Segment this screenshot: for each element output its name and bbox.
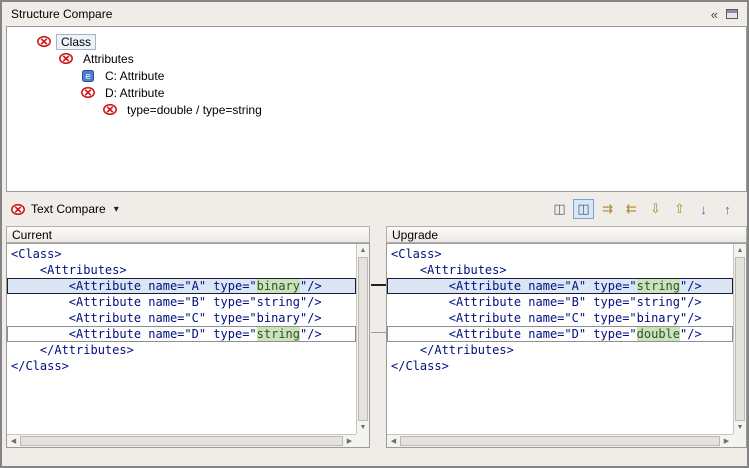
code-line[interactable]: </Class> <box>387 358 733 374</box>
right-vertical-scrollbar[interactable]: ▲ ▼ <box>733 244 746 434</box>
tree-item-label: D: Attribute <box>100 85 169 101</box>
tree-item-label: Attributes <box>78 51 139 67</box>
right-code[interactable]: <Class> <Attributes> <Attribute name="A"… <box>387 244 733 434</box>
right-horizontal-scrollbar[interactable]: ◀ ▶ <box>387 434 733 447</box>
diff-gutter <box>371 243 386 448</box>
minimize-icon[interactable]: « <box>711 8 718 21</box>
scroll-up-icon[interactable]: ▲ <box>734 244 746 257</box>
code-line[interactable]: <Attribute name="A" type="string"/> <box>387 278 733 294</box>
change-icon <box>79 87 97 98</box>
scroll-right-icon[interactable]: ▶ <box>720 435 733 447</box>
code-line[interactable]: <Attribute name="D" type="double"/> <box>387 326 733 342</box>
tree-item[interactable]: e C: Attribute <box>7 67 746 84</box>
next-change-icon[interactable]: ↓ <box>693 199 714 219</box>
structure-compare-title: Structure Compare <box>11 7 112 21</box>
tree-item[interactable]: Attributes <box>7 50 746 67</box>
previous-change-icon[interactable]: ↑ <box>717 199 738 219</box>
changed-token: string <box>637 279 680 293</box>
change-icon <box>101 104 119 115</box>
copy-right-to-left-icon[interactable]: ⇇ <box>621 199 642 219</box>
scroll-thumb[interactable] <box>358 257 368 421</box>
changed-token: double <box>637 327 680 341</box>
tree-item-label: Class <box>56 34 96 50</box>
tree-item[interactable]: Class <box>7 33 746 50</box>
code-line[interactable]: <Attribute name="A" type="binary"/> <box>7 278 356 294</box>
code-line[interactable]: <Attributes> <box>387 262 733 278</box>
left-vertical-scrollbar[interactable]: ▲ ▼ <box>356 244 369 434</box>
text-compare-header: Text Compare ▾ ◫◫⇉⇇⇩⇧↓↑ <box>4 192 745 226</box>
scroll-up-icon[interactable]: ▲ <box>357 244 369 257</box>
code-line[interactable]: <Attribute name="D" type="string"/> <box>7 326 356 342</box>
changed-token: binary <box>257 279 300 293</box>
tree-item[interactable]: D: Attribute <box>7 84 746 101</box>
code-line[interactable]: </Class> <box>7 358 356 374</box>
structure-tree: ClassAttributes e C: AttributeD: Attribute… <box>6 26 747 192</box>
next-difference-icon[interactable]: ⇩ <box>645 199 666 219</box>
structure-header-icons: « <box>711 8 738 21</box>
chevron-down-icon[interactable]: ▾ <box>114 204 119 215</box>
text-compare-toolbar: ◫◫⇉⇇⇩⇧↓↑ <box>549 199 738 219</box>
scroll-down-icon[interactable]: ▼ <box>357 421 369 434</box>
ancestor-pane-icon[interactable]: ◫ <box>549 199 570 219</box>
scroll-thumb[interactable] <box>20 436 343 446</box>
scroll-left-icon[interactable]: ◀ <box>387 435 400 447</box>
code-line[interactable]: <Attribute name="B" type="string"/> <box>7 294 356 310</box>
change-icon <box>57 53 75 64</box>
sync-scrolling-icon[interactable]: ◫ <box>573 199 594 219</box>
tree-item-label: type=double / type=string <box>122 102 267 118</box>
scroll-right-icon[interactable]: ▶ <box>343 435 356 447</box>
tree-item-label: C: Attribute <box>100 68 169 84</box>
change-icon <box>35 36 53 47</box>
column-header-current: Current <box>6 226 370 243</box>
code-line[interactable]: <Attribute name="B" type="string"/> <box>387 294 733 310</box>
scrollbar-corner <box>356 434 369 447</box>
right-pane: <Class> <Attributes> <Attribute name="A"… <box>386 243 747 448</box>
code-line[interactable]: <Attribute name="C" type="binary"/> <box>387 310 733 326</box>
left-horizontal-scrollbar[interactable]: ◀ ▶ <box>7 434 356 447</box>
left-pane: <Class> <Attributes> <Attribute name="A"… <box>6 243 370 448</box>
tree-item[interactable]: type=double / type=string <box>7 101 746 118</box>
code-line[interactable]: </Attributes> <box>7 342 356 358</box>
svg-text:e: e <box>85 72 91 82</box>
column-header-upgrade: Upgrade <box>386 226 747 243</box>
scroll-thumb[interactable] <box>735 257 745 421</box>
code-line[interactable]: </Attributes> <box>387 342 733 358</box>
diff-connector-selected <box>371 284 386 286</box>
scroll-down-icon[interactable]: ▼ <box>734 421 746 434</box>
previous-difference-icon[interactable]: ⇧ <box>669 199 690 219</box>
scroll-left-icon[interactable]: ◀ <box>7 435 20 447</box>
code-line[interactable]: <Class> <box>387 246 733 262</box>
code-line[interactable]: <Class> <box>7 246 356 262</box>
maximize-icon[interactable] <box>726 9 738 19</box>
scrollbar-corner <box>733 434 746 447</box>
left-code[interactable]: <Class> <Attributes> <Attribute name="A"… <box>7 244 356 434</box>
diff-connector <box>371 332 386 333</box>
structure-compare-header: Structure Compare « <box>4 4 745 24</box>
code-line[interactable]: <Attribute name="C" type="binary"/> <box>7 310 356 326</box>
text-compare-title: Text Compare <box>31 202 106 216</box>
changed-token: string <box>257 327 300 341</box>
scroll-thumb[interactable] <box>400 436 720 446</box>
copy-left-to-right-icon[interactable]: ⇉ <box>597 199 618 219</box>
change-icon <box>11 204 25 215</box>
compare-editor-window: Structure Compare « ClassAttributes e C: A… <box>0 0 749 468</box>
attribute-icon: e <box>79 70 97 82</box>
code-line[interactable]: <Attributes> <box>7 262 356 278</box>
